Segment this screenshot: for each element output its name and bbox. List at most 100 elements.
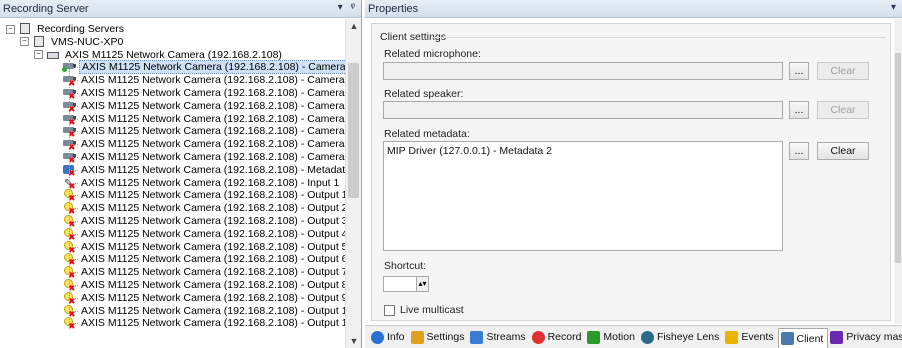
tree-item[interactable]: ✖ AXIS M1125 Network Camera (192.168.2.10… (62, 317, 345, 331)
tree-connector (69, 195, 78, 197)
metadata-browse-button[interactable]: ... (789, 142, 809, 160)
tab-record[interactable]: Record (530, 328, 586, 346)
tree-connector (69, 118, 78, 120)
hardware-icon (46, 49, 60, 61)
live-multicast-checkbox[interactable]: Live multicast (384, 304, 464, 316)
tree-item[interactable]: ✖ AXIS M1125 Network Camera (192.168.2.10… (62, 291, 345, 305)
tree-item-label: AXIS M1125 Network Camera (192.168.2.108… (79, 60, 345, 75)
pin-icon[interactable]: ᵠ (351, 2, 355, 13)
tree-scrollbar[interactable]: ▲ ▼ (345, 19, 361, 348)
tree-connector (69, 144, 78, 146)
tab-info[interactable]: Info (369, 328, 409, 346)
related-speaker-field (383, 101, 783, 119)
tree-item[interactable]: ✖ AXIS M1125 Network Camera (192.168.2.10… (62, 304, 345, 318)
tab-fisheye-lens[interactable]: Fisheye Lens (639, 328, 723, 346)
speaker-clear-button[interactable]: Clear (817, 101, 869, 119)
tab-privacy-masking[interactable]: Privacy masking (828, 328, 902, 346)
tree-item[interactable]: ✖ AXIS M1125 Network Camera (192.168.2.10… (62, 240, 345, 254)
tree-item[interactable]: ✖ AXIS M1125 Network Camera (192.168.2.10… (62, 100, 345, 113)
tree-item[interactable]: AXIS M1125 Network Camera (192.168.2.108… (62, 60, 345, 75)
tree-connector (69, 67, 78, 69)
microphone-browse-button[interactable]: ... (789, 62, 809, 80)
recording-server-pane-header: Recording Server ▾ ᵠ (0, 0, 361, 18)
scrollbar-thumb[interactable] (895, 53, 901, 263)
properties-pane: Properties ▾ Client settings Related mic… (365, 0, 902, 348)
tab-client[interactable]: Client (777, 328, 829, 348)
tab-label: Events (741, 331, 774, 343)
tab-streams[interactable]: Streams (468, 328, 529, 346)
tree-item[interactable]: ✖ AXIS M1125 Network Camera (192.168.2.10… (62, 215, 345, 229)
properties-scrollbar[interactable] (894, 19, 902, 324)
tree-item[interactable]: ✖ AXIS M1125 Network Camera (192.168.2.10… (62, 74, 345, 88)
tree-item[interactable]: ✖ AXIS M1125 Network Camera (192.168.2.10… (62, 253, 345, 267)
tree-item-label: AXIS M1125 Network Camera (192.168.2.108… (81, 112, 345, 125)
collapse-icon[interactable]: − (6, 24, 15, 34)
related-metadata-value: MIP Driver (127.0.0.1) - Metadata 2 (387, 145, 552, 157)
tree-item-label: AXIS M1125 Network Camera (192.168.2.108… (81, 279, 345, 291)
tree-item-label: AXIS M1125 Network Camera (192.168.2.108… (81, 266, 345, 279)
pane-title: Recording Server (3, 2, 89, 15)
tree-connector (69, 259, 78, 261)
collapse-icon[interactable]: − (20, 37, 29, 47)
tree-item-label: AXIS M1125 Network Camera (192.168.2.108… (81, 74, 345, 87)
pane-menu-icon[interactable]: ▾ (891, 2, 896, 13)
tree-item[interactable]: ✖ AXIS M1125 Network Camera (192.168.2.10… (62, 138, 345, 152)
pane-menu-icon[interactable]: ▾ (338, 2, 343, 13)
tree-connector (69, 310, 78, 312)
tree-connector (69, 221, 78, 222)
checkbox-icon[interactable] (384, 304, 395, 316)
tab-label: Info (387, 331, 405, 343)
shortcut-stepper[interactable]: ▴▾ (383, 276, 429, 292)
tab-events[interactable]: Events (723, 328, 777, 346)
tree-item[interactable]: − VMS-NUC-XP0 (20, 35, 125, 48)
collapse-icon[interactable]: − (34, 50, 43, 60)
tree-item[interactable]: − Recording Servers (6, 23, 126, 35)
tab-motion[interactable]: Motion (585, 328, 639, 346)
motion-icon (587, 330, 601, 344)
tree-item-label: AXIS M1125 Network Camera (192.168.2.108… (81, 125, 345, 138)
tree-item[interactable]: ✖ AXIS M1125 Network Camera (192.168.2.10… (62, 189, 345, 203)
tree-item[interactable]: ✖ AXIS M1125 Network Camera (192.168.2.10… (62, 151, 345, 165)
tree-connector (69, 285, 78, 286)
tree-item[interactable]: ✖ AXIS M1125 Network Camera (192.168.2.10… (62, 164, 345, 177)
tree-item[interactable]: ✖ AXIS M1125 Network Camera (192.168.2.10… (62, 227, 345, 241)
tree-item-label: AXIS M1125 Network Camera (192.168.2.108… (81, 304, 345, 317)
client-icon (780, 332, 794, 345)
tree-item[interactable]: ✖ AXIS M1125 Network Camera (192.168.2.10… (62, 87, 345, 101)
tree-connector (69, 182, 78, 184)
tree-item-label: AXIS M1125 Network Camera (192.168.2.108… (81, 240, 345, 253)
tree-item-label: AXIS M1125 Network Camera (192.168.2.108… (81, 202, 345, 215)
tree-item[interactable]: ✎ ✖ AXIS M1125 Network Camera (192.168.2.1… (62, 177, 341, 191)
tree-item[interactable]: ✖ AXIS M1125 Network Camera (192.168.2.10… (62, 125, 345, 139)
tree-connector (69, 323, 78, 325)
metadata-clear-button[interactable]: Clear (817, 142, 869, 160)
tab-label: Fisheye Lens (656, 331, 720, 343)
tree-item[interactable]: ✖ AXIS M1125 Network Camera (192.168.2.10… (62, 202, 345, 216)
tab-settings[interactable]: Settings (409, 328, 469, 346)
tree-item[interactable]: ✖ AXIS M1125 Network Camera (192.168.2.10… (62, 112, 345, 126)
tab-label: Client (796, 332, 824, 345)
scroll-down-icon[interactable]: ▼ (346, 334, 362, 348)
client-settings-group: Client settings Related microphone: ... … (371, 23, 891, 321)
microphone-clear-button[interactable]: Clear (817, 62, 869, 80)
tree-item-label: AXIS M1125 Network Camera (192.168.2.108… (81, 317, 345, 330)
related-metadata-label: Related metadata: (384, 128, 470, 140)
live-multicast-label: Live multicast (400, 304, 464, 316)
info-icon (371, 330, 384, 344)
tree-item-label: AXIS M1125 Network Camera (192.168.2.108… (65, 48, 282, 61)
recording-server-tree: − Recording Servers − VMS-NUC-XP0− AXIS M112… (0, 19, 345, 348)
related-microphone-label: Related microphone: (384, 48, 481, 60)
tab-label: Record (547, 331, 582, 343)
spin-arrows-icon[interactable]: ▴▾ (416, 277, 428, 291)
server-icon (32, 35, 46, 48)
record-icon (531, 330, 545, 344)
tree-item-label: AXIS M1125 Network Camera (192.168.2.108… (81, 151, 345, 163)
scrollbar-thumb[interactable] (348, 63, 359, 198)
tree-item[interactable]: ✖ AXIS M1125 Network Camera (192.168.2.10… (62, 266, 345, 280)
tree-item[interactable]: − AXIS M1125 Network Camera (192.168.2.10… (34, 49, 284, 61)
related-microphone-field (383, 62, 783, 80)
scroll-up-icon[interactable]: ▲ (346, 19, 362, 33)
related-metadata-field[interactable]: MIP Driver (127.0.0.1) - Metadata 2 (383, 141, 783, 251)
tree-item[interactable]: ✖ AXIS M1125 Network Camera (192.168.2.10… (62, 279, 345, 293)
speaker-browse-button[interactable]: ... (789, 101, 809, 119)
